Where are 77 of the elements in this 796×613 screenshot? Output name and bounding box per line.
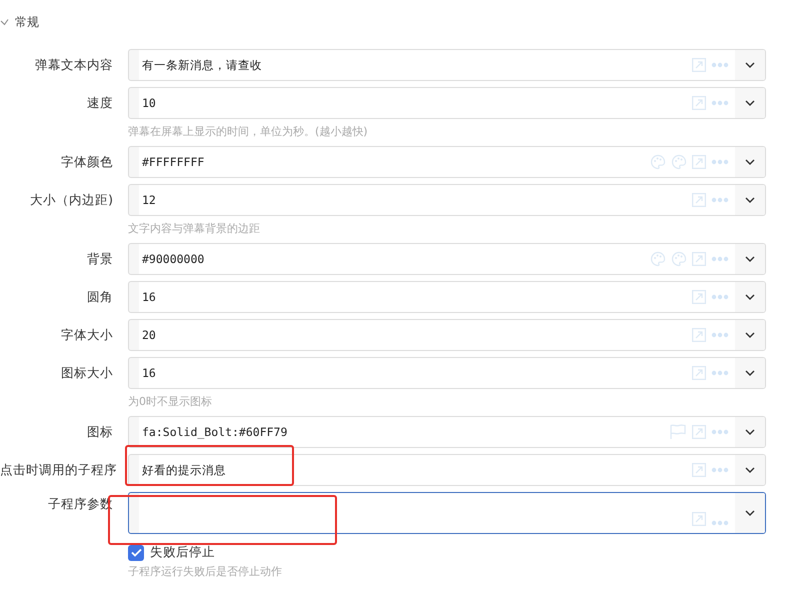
- chevron-down-icon: [745, 159, 755, 165]
- input-field[interactable]: 12: [128, 184, 766, 216]
- more-icon[interactable]: [711, 332, 729, 338]
- input-field[interactable]: 好看的提示消息: [128, 454, 766, 486]
- expand-icon[interactable]: [692, 96, 706, 110]
- more-icon[interactable]: [711, 370, 729, 376]
- dropdown-button[interactable]: [735, 50, 765, 80]
- chevron-down-icon: [745, 62, 755, 68]
- dropdown-button[interactable]: [735, 244, 765, 274]
- field-label: 字体颜色: [61, 154, 113, 169]
- input-field[interactable]: fa:Solid_Bolt:#60FF79: [128, 416, 766, 448]
- more-icon[interactable]: [711, 100, 729, 106]
- expand-icon[interactable]: [692, 366, 706, 380]
- section-title[interactable]: 常规: [15, 14, 39, 30]
- more-icon[interactable]: [711, 256, 729, 262]
- field-label: 大小（内边距): [30, 192, 113, 207]
- chevron-down-icon: [745, 510, 755, 516]
- palette-icon[interactable]: [671, 154, 687, 170]
- expand-icon[interactable]: [692, 290, 706, 304]
- more-icon[interactable]: [711, 520, 729, 526]
- expand-icon[interactable]: [692, 58, 706, 72]
- expand-icon[interactable]: [692, 512, 706, 526]
- hint-text: 弹幕在屏幕上显示的时间，单位为秒。(越小越快): [128, 124, 369, 140]
- chevron-down-icon: [745, 467, 755, 473]
- dropdown-button[interactable]: [735, 455, 765, 485]
- chevron-down-icon: [745, 294, 755, 300]
- expand-icon[interactable]: [692, 328, 706, 342]
- expand-icon[interactable]: [692, 463, 706, 477]
- expand-icon[interactable]: [692, 193, 706, 207]
- palette-icon[interactable]: [671, 251, 687, 267]
- field-label: 图标: [87, 424, 113, 439]
- hint-text: 子程序运行失败后是否停止动作: [128, 564, 283, 579]
- chevron-down-icon: [745, 429, 755, 435]
- field-label: 速度: [87, 95, 113, 110]
- input-field[interactable]: 20: [128, 319, 766, 351]
- chevron-down-icon: [745, 100, 755, 106]
- input-field[interactable]: 10: [128, 87, 766, 119]
- more-icon[interactable]: [711, 197, 729, 203]
- more-icon[interactable]: [711, 467, 729, 473]
- flag-icon[interactable]: [669, 424, 687, 440]
- expand-icon[interactable]: [692, 252, 706, 266]
- dropdown-button[interactable]: [735, 147, 765, 177]
- input-field[interactable]: 16: [128, 357, 766, 389]
- dropdown-button[interactable]: [735, 282, 765, 312]
- checkbox-label[interactable]: 失败后停止: [150, 544, 215, 561]
- more-icon[interactable]: [711, 429, 729, 435]
- more-icon[interactable]: [711, 294, 729, 300]
- text-area[interactable]: [128, 492, 766, 534]
- dropdown-button[interactable]: [735, 417, 765, 447]
- dropdown-button[interactable]: [735, 185, 765, 215]
- dropdown-button[interactable]: [735, 358, 765, 388]
- hint-text: 文字内容与弹幕背景的边距: [128, 221, 261, 237]
- field-label: 点击时调用的子程序: [0, 462, 117, 477]
- input-field[interactable]: 有一条新消息，请查收: [128, 49, 766, 81]
- input-field[interactable]: #90000000: [128, 243, 766, 275]
- dropdown-button[interactable]: [735, 88, 765, 118]
- chevron-down-icon[interactable]: [0, 18, 9, 26]
- checkbox[interactable]: [128, 544, 144, 560]
- palette-icon[interactable]: [650, 251, 666, 267]
- more-icon[interactable]: [711, 62, 729, 68]
- field-label: 弹幕文本内容: [35, 57, 113, 72]
- palette-icon[interactable]: [650, 154, 666, 170]
- expand-icon[interactable]: [692, 425, 706, 439]
- dropdown-button[interactable]: [735, 320, 765, 350]
- input-field[interactable]: 16: [128, 281, 766, 313]
- expand-icon[interactable]: [692, 155, 706, 169]
- chevron-down-icon: [745, 197, 755, 203]
- hint-text: 为0时不显示图标: [128, 394, 213, 410]
- field-label: 圆角: [87, 289, 113, 304]
- field-label: 字体大小: [61, 327, 113, 342]
- chevron-down-icon: [745, 370, 755, 376]
- chevron-down-icon: [745, 256, 755, 262]
- field-label: 背景: [87, 251, 113, 266]
- input-field[interactable]: #FFFFFFFF: [128, 146, 766, 178]
- chevron-down-icon: [745, 332, 755, 338]
- more-icon[interactable]: [711, 159, 729, 165]
- field-label: 图标大小: [61, 365, 113, 380]
